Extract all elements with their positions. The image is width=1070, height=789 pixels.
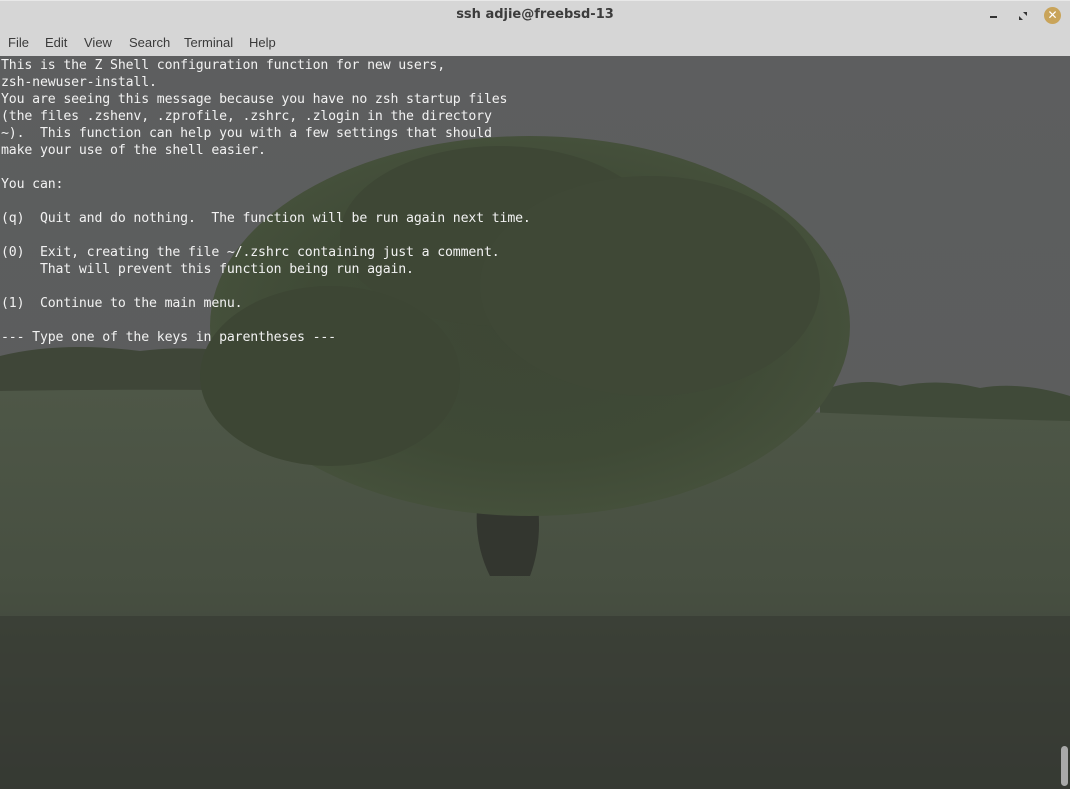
maximize-icon xyxy=(1019,12,1027,20)
menu-view[interactable]: View xyxy=(84,35,112,50)
window-title: ssh adjie@freebsd-13 xyxy=(456,7,614,22)
menu-edit[interactable]: Edit xyxy=(45,35,67,50)
terminal-window: ssh adjie@freebsd-13 ✕ File Edit View Se… xyxy=(0,0,1070,789)
minimize-button[interactable] xyxy=(984,7,1002,25)
menu-terminal[interactable]: Terminal xyxy=(184,35,233,50)
menu-help[interactable]: Help xyxy=(249,35,276,50)
scrollbar-thumb[interactable] xyxy=(1061,746,1068,786)
minimize-icon xyxy=(989,16,997,18)
terminal-area[interactable]: This is the Z Shell configuration functi… xyxy=(0,56,1070,789)
title-bar[interactable]: ssh adjie@freebsd-13 ✕ xyxy=(0,0,1070,30)
menu-search[interactable]: Search xyxy=(129,35,170,50)
menu-file[interactable]: File xyxy=(8,35,29,50)
terminal-output: This is the Z Shell configuration functi… xyxy=(1,58,531,345)
maximize-button[interactable] xyxy=(1014,7,1032,25)
close-button[interactable]: ✕ xyxy=(1044,7,1061,24)
close-icon: ✕ xyxy=(1047,8,1058,22)
menu-bar: File Edit View Search Terminal Help xyxy=(0,30,1070,56)
